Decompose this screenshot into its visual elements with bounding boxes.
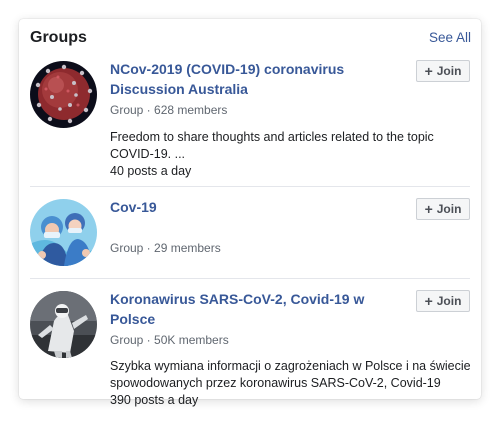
card-title: Groups bbox=[30, 29, 87, 46]
illustration-image bbox=[30, 199, 97, 266]
group-avatar-polska[interactable] bbox=[30, 291, 97, 358]
group-name-link[interactable]: NCov-2019 (COVID-19) coronavirus Discuss… bbox=[110, 59, 410, 99]
divider bbox=[30, 186, 470, 187]
see-all-link[interactable]: See All bbox=[429, 30, 471, 45]
join-button[interactable]: + Join bbox=[416, 60, 470, 82]
group-activity: 40 posts a day bbox=[110, 164, 192, 178]
group-item-1: NCov-2019 (COVID-19) coronavirus Discuss… bbox=[19, 59, 481, 187]
group-activity: 390 posts a day bbox=[110, 393, 199, 407]
join-button[interactable]: + Join bbox=[416, 198, 470, 220]
plus-icon: + bbox=[424, 292, 433, 309]
group-description: Freedom to share thoughts and articles r… bbox=[110, 130, 434, 161]
card-header: Groups See All bbox=[30, 29, 471, 49]
group-item-2: Cov-19 Group · 29 members + Join bbox=[19, 197, 481, 277]
group-name-link[interactable]: Koronawirus SARS-CoV-2, Covid-19 w Polsc… bbox=[110, 289, 410, 329]
join-label: Join bbox=[436, 64, 462, 78]
group-avatar-coronavirus[interactable] bbox=[30, 61, 97, 128]
group-meta: Group · 628 members bbox=[110, 103, 228, 117]
hazmat-photo bbox=[30, 291, 97, 358]
join-button[interactable]: + Join bbox=[416, 290, 470, 312]
groups-card: Groups See All NCov-2019 (COVID-19) coro… bbox=[19, 19, 481, 407]
plus-icon: + bbox=[424, 62, 433, 79]
plus-icon: + bbox=[424, 200, 433, 217]
group-meta: Group · 50K members bbox=[110, 333, 229, 347]
group-avatar-cov19[interactable] bbox=[30, 199, 97, 266]
group-item-3: Koronawirus SARS-CoV-2, Covid-19 w Polsc… bbox=[19, 289, 481, 407]
divider bbox=[30, 278, 470, 279]
join-label: Join bbox=[436, 202, 462, 216]
coronavirus-image bbox=[30, 61, 97, 128]
join-label: Join bbox=[436, 294, 462, 308]
group-meta: Group · 29 members bbox=[110, 241, 221, 255]
group-description: Szybka wymiana informacji o zagrożeniach… bbox=[110, 359, 471, 390]
group-name-link[interactable]: Cov-19 bbox=[110, 197, 410, 217]
